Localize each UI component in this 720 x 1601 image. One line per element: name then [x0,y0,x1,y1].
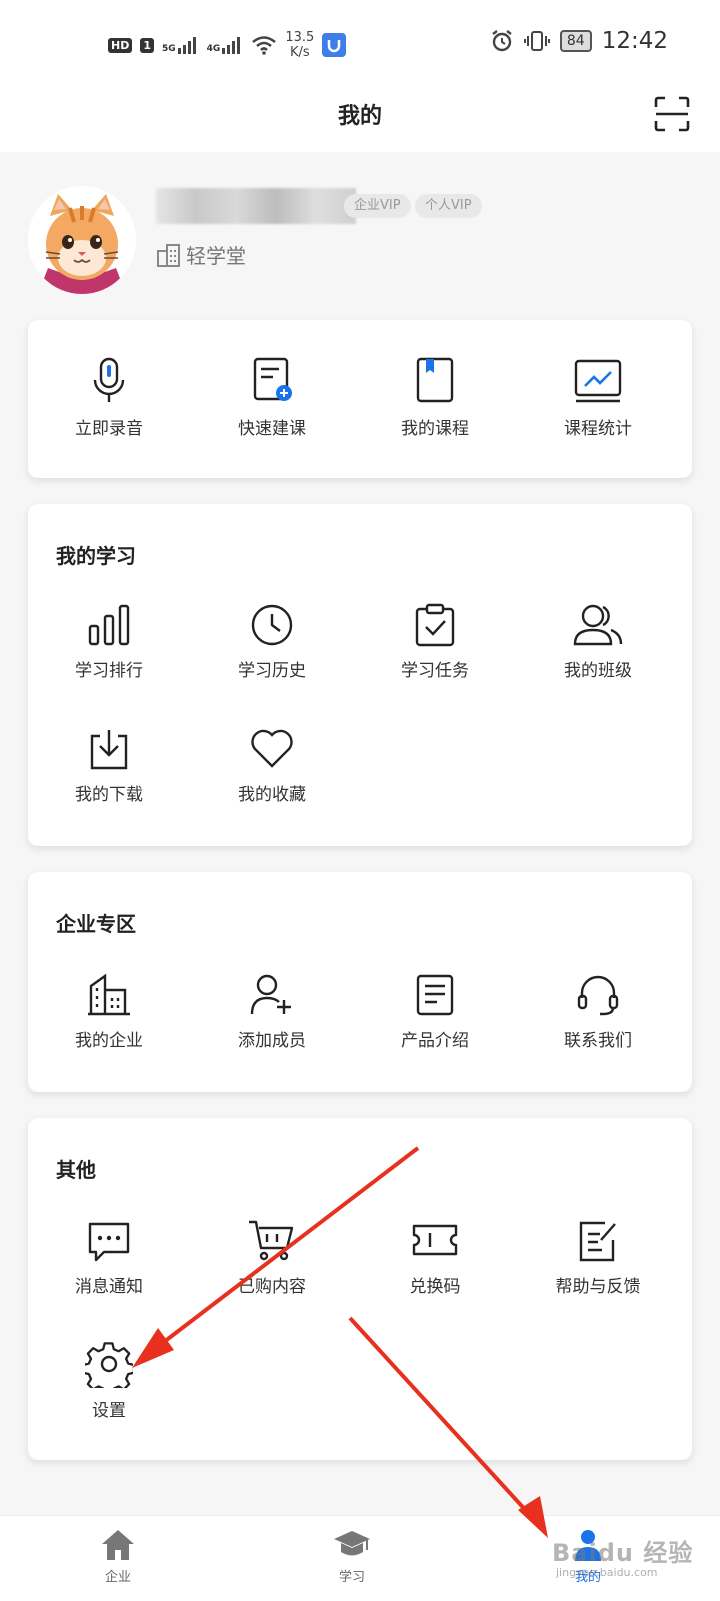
status-left: HD 1 5G 4G 13.5 K/s [108,30,347,60]
quick-record-button[interactable]: 立即录音 [49,356,169,439]
quick-actions-card: 立即录音 快速建课 我的课程 课程统计 [28,320,692,478]
learning-rank-label: 学习排行 [75,661,143,681]
add-user-icon [250,974,291,1015]
my-favorites-button[interactable]: 我的收藏 [212,726,332,805]
graduation-cap-icon [334,1531,370,1556]
my-learning-card: 我的学习 学习排行 学习历史 学习任务 我的班级 我的下载 我的收藏 [28,504,692,846]
username-blurred [156,188,356,224]
headset-icon [577,975,619,1016]
my-class-label: 我的班级 [564,661,632,681]
download-icon [90,730,128,770]
settings-label: 设置 [92,1401,126,1421]
my-courses-button[interactable]: 我的课程 [375,356,495,439]
quick-create-course-button[interactable]: 快速建课 [212,356,332,439]
vibrate-icon [523,31,550,51]
users-icon [573,604,623,646]
my-class-button[interactable]: 我的班级 [538,602,658,681]
contact-us-button[interactable]: 联系我们 [538,972,658,1051]
redeem-code-button[interactable]: 兑换码 [375,1218,495,1297]
create-course-icon [253,357,292,401]
product-intro-button[interactable]: 产品介绍 [375,972,495,1051]
learning-tasks-label: 学习任务 [401,661,469,681]
enterprise-title: 企业专区 [56,912,136,936]
microphone-icon [93,357,125,402]
hd-indicator: HD [108,37,133,53]
notifications-button[interactable]: 消息通知 [49,1218,169,1297]
my-favorites-label: 我的收藏 [238,785,306,805]
tab-enterprise-label: 企业 [104,1570,131,1585]
my-enterprise-button[interactable]: 我的企业 [49,972,169,1051]
clipboard-check-icon [415,603,455,647]
home-icon [102,1530,134,1560]
add-member-button[interactable]: 添加成员 [212,972,332,1051]
add-member-label: 添加成员 [238,1031,306,1051]
quick-create-course-label: 快速建课 [238,419,306,439]
tab-learning[interactable]: 学习 [292,1528,412,1585]
sim-indicator: 1 [140,37,154,53]
page-title: 我的 [337,104,382,129]
other-title: 其他 [56,1158,96,1182]
notifications-label: 消息通知 [75,1277,143,1297]
personal-vip-badge: 个人VIP [415,194,482,218]
app-notification-icon [322,33,347,57]
tab-enterprise[interactable]: 企业 [58,1528,178,1585]
enterprise-card: 企业专区 我的企业 添加成员 产品介绍 联系我们 [28,872,692,1092]
my-learning-title: 我的学习 [56,544,136,568]
redeem-code-label: 兑换码 [409,1277,461,1297]
my-enterprise-label: 我的企业 [75,1031,143,1051]
cat-avatar-icon [28,186,136,294]
bar-chart-icon [88,604,130,646]
title-bar: 我的 [0,80,720,152]
clock: 12:42 [601,28,668,54]
profile-section[interactable]: 企业VIP 个人VIP 轻学堂 [0,152,720,312]
document-icon [416,974,454,1016]
alarm-icon [492,30,512,52]
my-downloads-label: 我的下载 [75,785,143,805]
network-speed: 13.5 K/s [285,30,315,60]
ticket-icon [412,1224,458,1256]
book-icon [416,357,454,403]
purchased-label: 已购内容 [238,1277,306,1297]
contact-us-label: 联系我们 [564,1031,632,1051]
tab-learning-label: 学习 [338,1570,365,1585]
product-intro-label: 产品介绍 [401,1031,469,1051]
feedback-icon [579,1221,616,1262]
quick-record-label: 立即录音 [75,419,143,439]
cart-icon [249,1220,294,1261]
learning-history-button[interactable]: 学习历史 [212,602,332,681]
wifi-icon [252,36,277,55]
learning-tasks-button[interactable]: 学习任务 [375,602,495,681]
my-downloads-button[interactable]: 我的下载 [49,726,169,805]
my-courses-label: 我的课程 [401,419,469,439]
other-card: 其他 消息通知 已购内容 兑换码 帮助与反馈 设置 [28,1118,692,1460]
watermark-url: jingyan.baidu.com [556,1566,658,1579]
learning-rank-button[interactable]: 学习排行 [49,602,169,681]
status-right: 84 12:42 [490,28,668,54]
settings-button[interactable]: 设置 [49,1340,169,1421]
purchased-button[interactable]: 已购内容 [212,1218,332,1297]
learning-history-label: 学习历史 [238,661,306,681]
enterprise-vip-badge: 企业VIP [344,194,411,218]
scan-icon[interactable] [654,96,690,132]
company-name: 轻学堂 [156,240,246,269]
chart-icon [574,359,622,403]
company-label: 轻学堂 [186,244,246,268]
watermark-brand: Baidu 经验 [552,1539,694,1567]
avatar[interactable] [28,186,136,294]
building-icon [88,973,130,1016]
battery-indicator: 84 [559,30,592,52]
signal-4g-icon: 4G [207,36,244,54]
message-icon [88,1222,130,1262]
signal-5g-icon: 5G [162,36,199,54]
gear-icon [85,1342,133,1388]
course-stats-button[interactable]: 课程统计 [538,356,658,439]
course-stats-label: 课程统计 [564,419,632,439]
clock-icon [251,604,293,646]
status-bar: HD 1 5G 4G 13.5 K/s 84 12:42 [0,0,720,80]
heart-icon [251,729,293,768]
building-small-icon [157,243,180,267]
help-feedback-label: 帮助与反馈 [555,1277,641,1297]
help-feedback-button[interactable]: 帮助与反馈 [538,1218,658,1297]
